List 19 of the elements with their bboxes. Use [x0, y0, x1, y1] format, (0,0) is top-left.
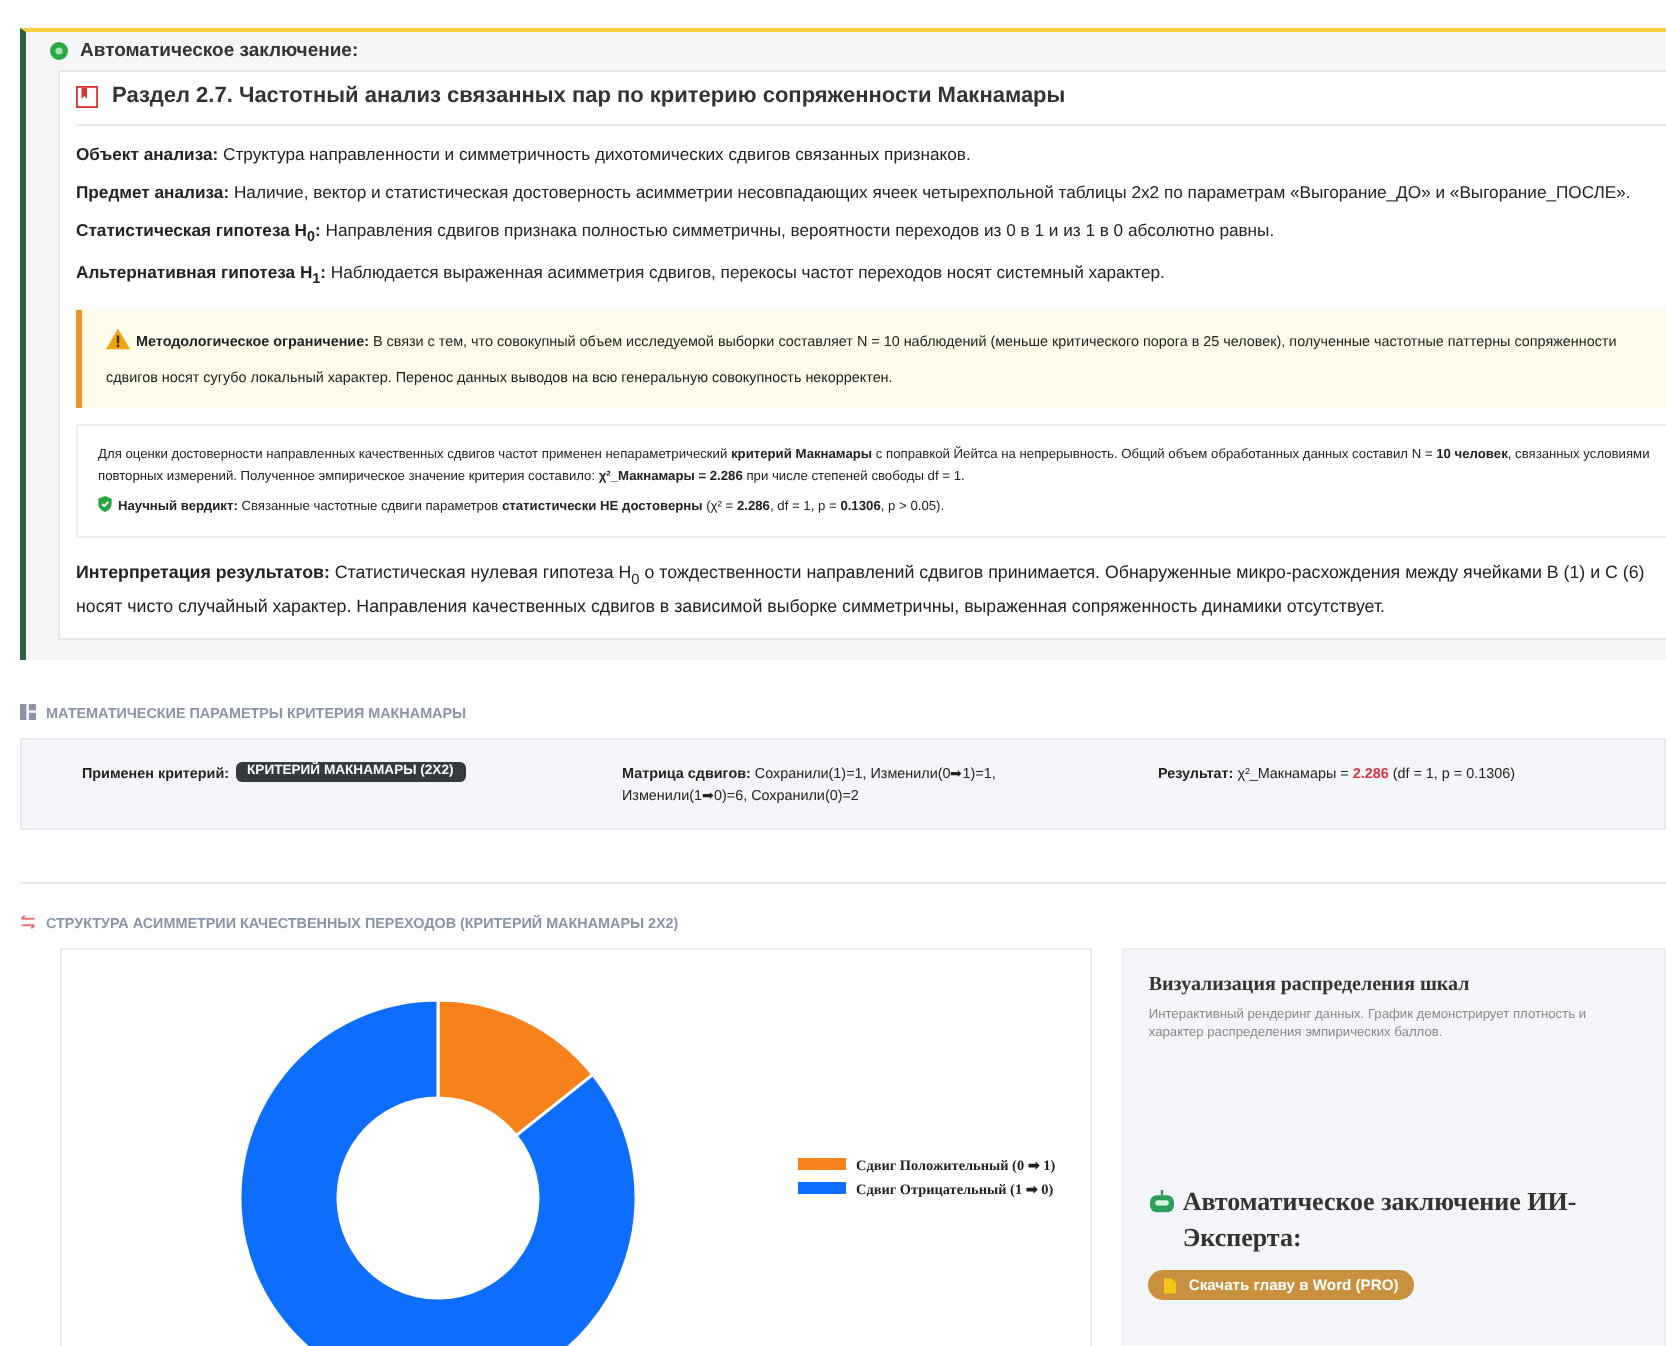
- robot-icon: [1148, 1190, 1177, 1215]
- conclusion-title: Автоматическое заключение:: [80, 40, 359, 62]
- status-dot-icon: [50, 42, 68, 60]
- shield-icon: [98, 496, 112, 513]
- document-icon: [1164, 1277, 1177, 1294]
- bookmark-icon: [76, 85, 98, 107]
- analysis-paragraph: Предмет анализа: Наличие, вектор и статистическая достоверность асимметрии несовпадающих ячеек четырехпольной таблицы 2x2 по параметрам «Выгорание_ДО» и «Выгорание_ПОСЛЕ».: [76, 179, 1633, 206]
- section-title: Раздел 2.7. Частотный анализ связанных пар по критерию сопряженности Макнамары: [112, 84, 1066, 108]
- legend-swatch: [798, 1158, 846, 1171]
- ai-conclusion-title: Автоматическое заключение ИИ-Эксперта:: [1182, 1184, 1579, 1255]
- swap-arrows-icon: [20, 914, 36, 931]
- grid-icon: [20, 704, 36, 720]
- warning-icon: [106, 327, 130, 350]
- legend-swatch: [798, 1182, 846, 1195]
- panel-title: Визуализация распределения шкал: [1148, 973, 1472, 996]
- interpretation-text: Интерпретация результатов: Статистическая нулевая гипотеза H$_{0}$ о тождественности направлений сдвигов принимается. Обнаруженные микро-расхождения между ячейками B (1) и С (6) носят чисто случайный характер. Направления качественных сдвигов в зависимой выборке симметричны, выраженная сопряженность динамики отсутствует.: [76, 559, 1647, 620]
- analysis-paragraph: Альтернативная гипотеза H$_{1}$: Наблюдается выраженная асимметрия сдвигов, перекосы частот переходов носят системный характер.: [76, 260, 1167, 292]
- analysis-paragraph: Статистическая гипотеза H$_{0}$: Направления сдвигов признака полностью симметричны, вероятности переходов из 0 в 1 и из 1 в 0 абсолютно равны.: [76, 217, 1277, 249]
- analysis-paragraph: Объект анализа: Структура направленности и симметричность дихотомических сдвигов связанных признаков.: [76, 142, 973, 168]
